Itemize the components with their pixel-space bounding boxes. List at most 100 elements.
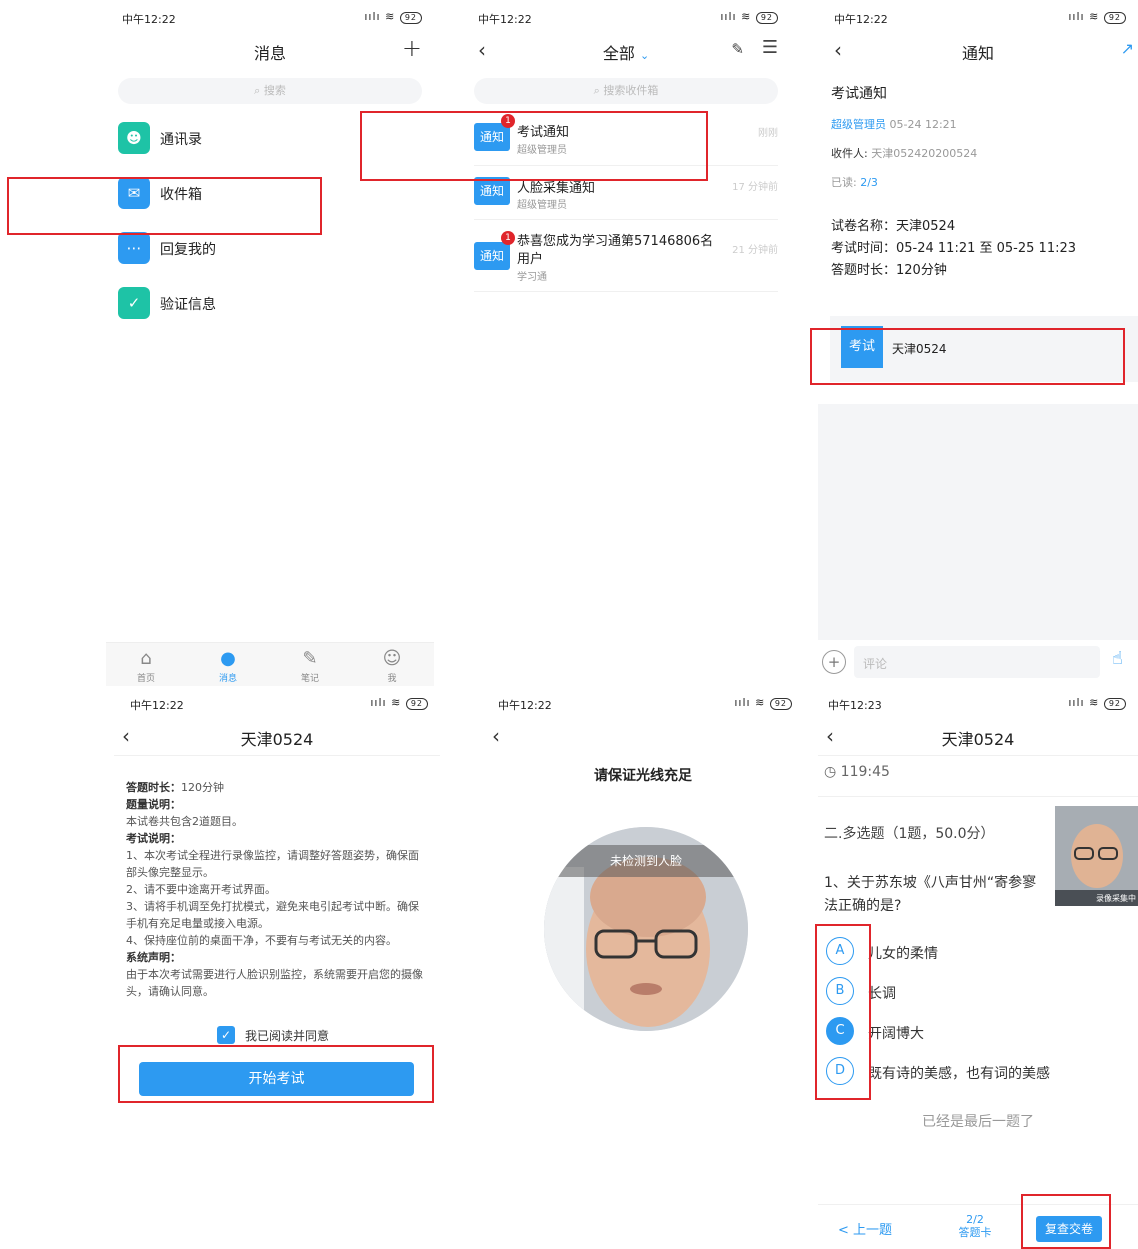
status-time: 中午12:22 xyxy=(498,699,552,712)
message-time: 21 分钟前 xyxy=(732,245,778,256)
notice-date: 05-24 12:21 xyxy=(889,118,957,131)
highlight-submit xyxy=(1021,1194,1111,1249)
body-line: 试卷名称：天津0524 xyxy=(831,219,956,234)
rule-text: 1、本次考试全程进行录像监控，请调整好答题姿势，确保面部头像完整显示。 xyxy=(126,849,419,879)
inbox-screen: 中午12:22 ıılı ≋ 92 ‹ 全部 ⌄ ✎ ☰ ⌕ 搜索收件箱 通知 … xyxy=(462,0,790,686)
reply-icon: ⋯ xyxy=(118,232,150,264)
rule-line: 1、本次考试全程进行录像监控，请调整好答题姿势，确保面部头像完整显示。 xyxy=(126,847,428,881)
question-line: 法正确的是? xyxy=(824,898,902,914)
status-time: 中午12:22 xyxy=(478,13,532,26)
agree-label: 我已阅读并同意 xyxy=(245,1029,330,1043)
battery-icon: 92 xyxy=(769,698,792,710)
rule-heading: 题量说明： xyxy=(126,798,181,811)
page-title: 天津0524 xyxy=(240,730,314,749)
camera-preview: 未检测到人脸 xyxy=(544,827,748,1031)
rule-line: 系统声明： xyxy=(126,949,428,966)
page-title: 通知 xyxy=(961,44,994,63)
status-icons: ıılı ≋ 92 xyxy=(370,696,428,710)
status-icons: ıılı ≋ 92 xyxy=(1068,696,1126,710)
rule-heading: 答题时长： xyxy=(126,781,181,794)
option-c[interactable]: C 开阔博大 xyxy=(826,1017,1126,1047)
question-text: 1、关于苏东坡《八声甘州“寄参寥 法正确的是? xyxy=(824,872,1056,918)
tab-notes[interactable]: ✎ 笔记 xyxy=(285,647,335,684)
search-input[interactable]: ⌕ 搜索 xyxy=(118,78,422,104)
rule-text: 2、请不要中途离开考试界面。 xyxy=(126,883,276,896)
tab-messages[interactable]: ● 消息 xyxy=(203,647,253,684)
share-icon[interactable]: ↗ xyxy=(1121,39,1134,58)
status-bar: 中午12:23 ıılı ≋ 92 xyxy=(818,686,1138,720)
menu-item-verify[interactable]: ✓ 验证信息 xyxy=(118,285,418,321)
comment-input[interactable]: 评论 xyxy=(854,646,1100,678)
like-icon[interactable]: ☝ xyxy=(1112,648,1123,669)
search-input[interactable]: ⌕ 搜索收件箱 xyxy=(474,78,778,104)
read-value[interactable]: 2/3 xyxy=(860,176,878,189)
page-title: 全部 xyxy=(602,44,635,63)
sender-link[interactable]: 超级管理员 xyxy=(831,118,886,131)
recipient-line: 收件人: 天津052420200524 xyxy=(831,145,977,161)
option-a[interactable]: A 儿女的柔情 xyxy=(826,937,1126,967)
option-b[interactable]: B 长调 xyxy=(826,977,1126,1007)
answer-card-button[interactable]: 2/2 答题卡 xyxy=(953,1213,997,1239)
notice-heading: 考试通知 xyxy=(831,86,887,102)
tab-label: 消息 xyxy=(218,674,237,684)
home-icon: ⌂ xyxy=(140,648,152,669)
status-time: 中午12:22 xyxy=(122,13,176,26)
status-icons: ıılı ≋ 92 xyxy=(1068,10,1126,24)
section-title: 二.多选题（1题，50.0分） xyxy=(824,826,995,842)
nav-bar: 消息 + xyxy=(106,30,434,70)
menu-icon[interactable]: ☰ xyxy=(762,37,778,58)
rule-line: 4、保持座位前的桌面干净，不要有与考试无关的内容。 xyxy=(126,932,428,949)
timer-value: 119:45 xyxy=(840,764,890,780)
checkbox-checked-icon[interactable]: ✓ xyxy=(217,1026,235,1044)
unread-badge: 1 xyxy=(501,231,515,245)
rule-line: 2、请不要中途离开考试界面。 xyxy=(126,881,428,898)
menu-label: 通讯录 xyxy=(160,132,202,148)
status-time: 中午12:22 xyxy=(834,13,888,26)
battery-icon: 92 xyxy=(1103,698,1126,710)
prev-question-button[interactable]: < 上一题 xyxy=(838,1219,892,1238)
message-time: 刚刚 xyxy=(758,128,778,139)
progress-count: 2/2 xyxy=(966,1213,984,1226)
message-sender: 学习通 xyxy=(517,272,547,283)
face-check-screen: 中午12:22 ıılı ≋ 92 ‹ 请保证光线充足 未检测到人脸 xyxy=(482,686,804,1249)
face-thumbnail xyxy=(1055,806,1138,906)
rule-text: 4、保持座位前的桌面干净，不要有与考试无关的内容。 xyxy=(126,934,397,947)
status-time: 中午12:23 xyxy=(828,699,882,712)
back-icon[interactable]: ‹ xyxy=(492,724,500,748)
menu-item-replies[interactable]: ⋯ 回复我的 xyxy=(118,230,418,266)
exam-intro-screen: 中午12:22 ıılı ≋ 92 ‹ 天津0524 答题时长：120分钟 题量… xyxy=(114,686,440,1249)
rule-text: 本试卷共包含2道题目。 xyxy=(126,815,243,828)
tab-label: 首页 xyxy=(136,674,155,684)
tab-profile[interactable]: ☺ 我 xyxy=(367,647,417,684)
rule-line: 答题时长：120分钟 xyxy=(126,779,428,796)
last-question-hint: 已经是最后一题了 xyxy=(922,1114,1034,1130)
page-title: 天津0524 xyxy=(941,730,1015,749)
message-title-cont: 用户 xyxy=(517,252,544,267)
chevron-down-icon: ⌄ xyxy=(639,49,650,62)
add-circle-icon[interactable]: + xyxy=(822,650,846,674)
profile-icon: ☺ xyxy=(382,648,402,669)
nav-bar: ‹ 通知 ↗ xyxy=(818,30,1138,70)
divider xyxy=(818,796,1138,797)
rule-line: 本试卷共包含2道题目。 xyxy=(126,813,428,830)
highlight-exam-card xyxy=(810,328,1125,385)
page-title: 消息 xyxy=(253,44,286,63)
lighting-prompt: 请保证光线充足 xyxy=(594,768,692,784)
read-line: 已读: 2/3 xyxy=(831,174,878,190)
message-icon: ● xyxy=(220,648,236,669)
messages-screen: 中午12:22 ıılı ≋ 92 消息 + ⌕ 搜索 ☻ 通讯录 ✉ 收件箱 … xyxy=(106,0,434,686)
tab-home[interactable]: ⌂ 首页 xyxy=(121,647,171,684)
message-sender: 超级管理员 xyxy=(517,200,567,211)
question-line: 1、关于苏东坡《八声甘州“寄参寥 xyxy=(824,875,1037,891)
camera-thumbnail: 录像采集中 xyxy=(1055,806,1138,906)
compose-icon[interactable]: ✎ xyxy=(731,40,744,58)
rule-line: 考试说明： xyxy=(126,830,428,847)
recording-label: 录像采集中 xyxy=(1096,894,1136,903)
option-d[interactable]: D 既有诗的美感，也有词的美感 xyxy=(826,1057,1126,1087)
body-line: 答题时长：120分钟 xyxy=(831,263,947,278)
option-text: 开阔博大 xyxy=(868,1026,924,1042)
add-icon[interactable]: + xyxy=(402,34,422,62)
message-row[interactable]: 通知 1 恭喜您成为学习通第57146806名 用户 学习通 21 分钟前 xyxy=(474,226,778,292)
status-icons: ıılı ≋ 92 xyxy=(364,10,422,24)
option-text: 儿女的柔情 xyxy=(868,946,938,962)
